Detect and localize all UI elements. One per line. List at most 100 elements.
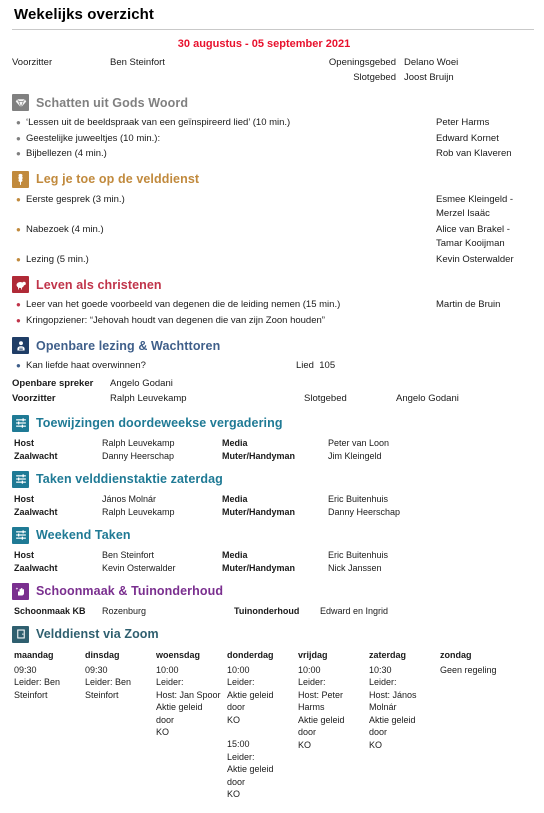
zoom-detail: Steinfort	[14, 689, 48, 700]
song-label: Lied	[296, 360, 314, 371]
table-row: Schoonmaak KB Rozenburg Tuinonderhoud Ed…	[12, 605, 534, 618]
speaker-label: Openbare spreker	[12, 377, 94, 389]
public-talk-title: Kan liefde haat overwinnen?	[26, 360, 146, 371]
item-text: Bijbellezen (4 min.)	[26, 148, 107, 159]
weekend-tasks-table: Host Ben Steinfort Media Eric Buitenhuis…	[12, 549, 534, 575]
table-row: Zaalwacht Ralph Leuvekamp Muter/Handyman…	[12, 506, 534, 519]
row-value-1: Ben Steinfort	[102, 549, 155, 560]
row-label-1: Schoonmaak KB	[14, 605, 86, 616]
item-assignee	[436, 314, 534, 329]
zoom-session: 10:00 Leider: Host: Jan Spoor Aktie gele…	[156, 664, 223, 751]
zoom-detail: Leider:	[227, 751, 255, 762]
item-assignee: Edward Kornet	[436, 132, 499, 144]
table-row: Zaalwacht Kevin Osterwalder Muter/Handym…	[12, 562, 534, 575]
item-assignee: Esmee Kleingeld - Merzel Isaäc	[436, 193, 514, 220]
bullet-dot: ●	[16, 224, 21, 234]
zoom-detail: Aktie geleid door	[227, 689, 274, 713]
bullet-dot: ●	[16, 254, 21, 264]
item-assignee: Rob van Klaveren	[436, 148, 512, 159]
row-label-1: Zaalwacht	[14, 562, 58, 573]
row-label-1: Host	[14, 437, 34, 448]
page-title: Wekelijks overzicht	[14, 6, 155, 23]
zoom-detail: KO	[369, 739, 383, 750]
item-text: ‘Lessen uit de beeldspraak van een geïns…	[26, 117, 291, 128]
row-value-2: Nick Janssen	[328, 562, 382, 573]
item-text: Nabezoek (4 min.)	[26, 223, 104, 235]
section-title-treasures: Schatten uit Gods Woord	[36, 95, 189, 110]
section-header-treasures: Schatten uit Gods Woord	[12, 94, 534, 111]
bullet-dot: ●	[16, 133, 21, 143]
public-talk-closing-prayer-name: Angelo Godani	[396, 392, 459, 404]
door-icon	[12, 625, 29, 643]
wheat-icon	[12, 170, 29, 188]
list-item: ● ‘Lessen uit de beeldspraak van een geï…	[12, 116, 534, 132]
row-value-2: Jim Kleingeld	[328, 450, 382, 461]
zoom-detail: Host: Jan Spoor	[156, 689, 221, 700]
item-assignee: Kevin Osterwalder	[436, 253, 514, 265]
zoom-time: 10:00	[156, 664, 179, 675]
section-header-cleaning: Schoonmaak & Tuinonderhoud	[12, 582, 534, 600]
list-item: ● Kan liefde haat overwinnen? Lied 105	[12, 359, 534, 375]
list-item: ● Geestelijke juweeltjes (10 min.): Edwa…	[12, 132, 534, 148]
item-text: Lezing (5 min.)	[26, 253, 89, 265]
list-item: ● Nabezoek (4 min.) Alice van Brakel - T…	[12, 223, 534, 253]
table-row: Zaalwacht Danny Heerschap Muter/Handyman…	[12, 450, 534, 463]
row-value-2: Eric Buitenhuis	[328, 549, 389, 560]
table-row: Host Ben Steinfort Media Eric Buitenhuis	[12, 549, 534, 562]
zoom-day-name: donderdag	[227, 649, 274, 660]
zoom-time: 10:00	[298, 664, 321, 675]
date-range: 30 augustus - 05 september 2021	[177, 38, 351, 50]
section-title-ministry: Leg je toe op de velddienst	[36, 172, 200, 186]
section-header-zoom-service: Velddienst via Zoom	[12, 625, 534, 643]
list-item: ● Kringopziener: “Jehovah houdt van dege…	[12, 314, 534, 330]
bullet-dot: ●	[16, 300, 21, 309]
zoom-detail: Host: Peter Harms	[298, 689, 344, 713]
zoom-day-column-dinsdag: dinsdag 09:30 Leider: Ben Steinfort	[85, 648, 156, 813]
zoom-time: 10:00	[227, 664, 250, 675]
item-assignee: Alice van Brakel - Tamar Kooijman	[436, 223, 510, 250]
row-value-1: János Molnár	[102, 493, 157, 504]
list-item: ● Leer van het goede voorbeeld van degen…	[12, 298, 534, 314]
zoom-detail: KO	[227, 789, 241, 799]
zoom-session: 15:00 Leider: Aktie geleid door KO	[227, 738, 294, 813]
bullet-dot: ●	[16, 315, 21, 325]
section-title-living: Leven als christenen	[36, 277, 162, 292]
sliders-icon	[12, 414, 29, 432]
public-talk-chairman-name: Ralph Leuvekamp	[110, 392, 187, 404]
row-value-2: Edward en Ingrid	[320, 605, 389, 616]
row-label-2: Muter/Handyman	[222, 562, 296, 573]
row-label-1: Zaalwacht	[14, 506, 58, 517]
section-title-midweek-tasks: Toewijzingen doordeweekse vergadering	[36, 416, 283, 430]
row-value-1: Rozenburg	[102, 605, 147, 616]
item-text: Eerste gesprek (3 min.)	[26, 193, 125, 205]
zoom-time: 09:30	[85, 664, 108, 675]
zoom-detail: KO	[156, 727, 170, 737]
zoom-detail: Leider:	[156, 677, 184, 687]
row-value-1: Ralph Leuvekamp	[102, 506, 175, 517]
zoom-detail: Leider:	[298, 677, 326, 687]
living-items: ● Leer van het goede voorbeeld van degen…	[12, 298, 534, 329]
zoom-day-column-woensdag: woensdag 10:00 Leider: Host: Jan Spoor A…	[156, 648, 227, 813]
zoom-detail: Steinfort	[85, 689, 119, 700]
header-row-chairman: Voorzitter Ben Steinfort Openingsgebed D…	[12, 56, 534, 71]
zoom-session: 10:30 Leider: Host: János Molnár Aktie g…	[369, 664, 436, 764]
zoom-day-name: zaterdag	[369, 649, 407, 660]
public-talk-closing-prayer-label: Slotgebed	[304, 392, 347, 404]
zoom-day-column-donderdag: donderdag 10:00 Leider: Aktie geleid doo…	[227, 648, 298, 813]
bullet-dot: ●	[16, 361, 21, 370]
zoom-session: 09:30 Leider: Ben Steinfort	[14, 664, 81, 714]
zoom-detail: Host: János	[369, 689, 417, 700]
section-header-saturday-tasks: Taken velddienstaktie zaterdag	[12, 470, 534, 488]
song-info: Lied 105	[296, 359, 534, 374]
bullet-dot: ●	[16, 118, 21, 127]
section-header-ministry: Leg je toe op de velddienst	[12, 170, 534, 188]
zoom-detail: Leider:	[227, 677, 255, 687]
item-text: Leer van het goede voorbeeld van degenen…	[26, 299, 341, 310]
zoom-day-column-vrijdag: vrijdag 10:00 Leider: Host: Peter Harms …	[298, 648, 369, 813]
zoom-day-name: zondag	[440, 649, 472, 660]
zoom-schedule-table: maandag 09:30 Leider: Ben Steinfort dins…	[12, 648, 534, 813]
zoom-detail: Molnár	[369, 702, 397, 712]
